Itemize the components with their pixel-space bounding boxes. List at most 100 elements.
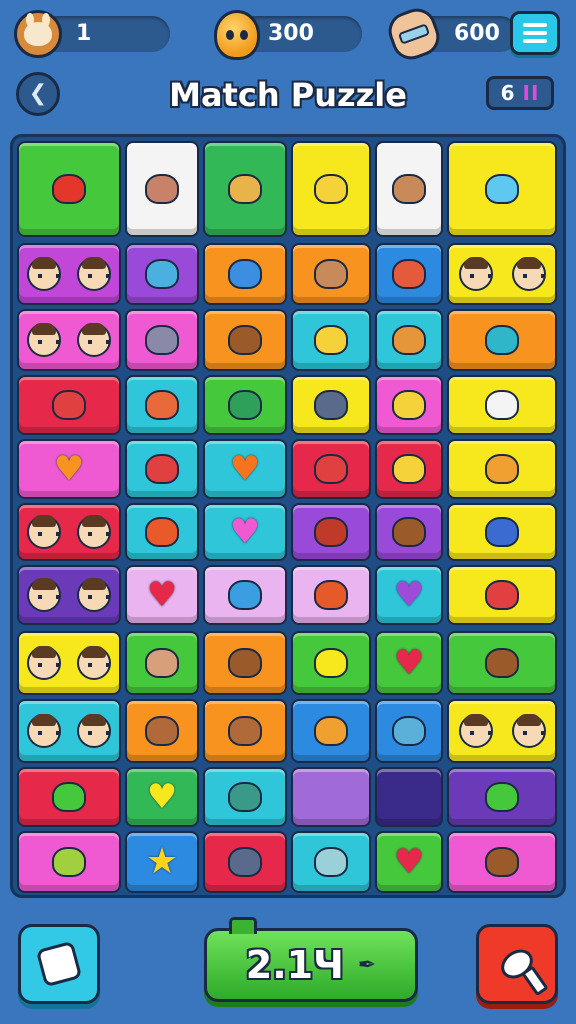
tile-bucket-and-boy[interactable] — [447, 243, 557, 305]
tile-crossed-bandage[interactable] — [125, 243, 199, 305]
hammer-icon — [495, 943, 539, 985]
tile-gear-flower[interactable] — [125, 503, 199, 561]
tile-fox-face[interactable] — [291, 565, 371, 625]
tile-rat[interactable] — [203, 831, 287, 893]
tile-dog-face[interactable] — [291, 439, 371, 499]
bread-loaf-icon — [228, 174, 262, 204]
tile-cup-and-monster[interactable] — [17, 831, 121, 893]
timer-button[interactable]: 2.1Ч ✒ — [204, 917, 418, 1002]
tile-cat-face[interactable] — [291, 699, 371, 763]
open-box-icon — [228, 782, 262, 812]
tile-balloon-and-wrench[interactable] — [17, 375, 121, 435]
tile-boot[interactable] — [291, 503, 371, 561]
llama-icon — [314, 847, 348, 877]
tile-pot-and-chest[interactable] — [447, 831, 557, 893]
tile-crossed-tools-and-crab[interactable] — [447, 565, 557, 625]
gems-value: 600 — [454, 21, 500, 46]
tile-blue-fish[interactable] — [203, 243, 287, 305]
tile-heart[interactable]: ♥ — [203, 503, 287, 561]
red-box-icon — [52, 174, 86, 204]
tile-chef-and-girl[interactable] — [17, 309, 121, 371]
tile-bread-loaf[interactable] — [203, 141, 287, 237]
top-hud: 1 300 600 — [0, 0, 576, 70]
character-face-icon — [511, 257, 546, 291]
tile-bone-cross[interactable] — [203, 375, 287, 435]
tile-chocolate-bar[interactable] — [375, 503, 443, 561]
tile-bear-face[interactable] — [203, 699, 287, 763]
tile-heart[interactable]: ♥ — [125, 767, 199, 827]
tile-books-and-girl[interactable] — [447, 699, 557, 763]
tile-red-box[interactable] — [17, 141, 121, 237]
tile-heart[interactable]: ♥ — [203, 439, 287, 499]
tile-elf-and-girl[interactable] — [17, 565, 121, 625]
heart-icon: ♥ — [229, 449, 261, 489]
treasure-chest-icon — [228, 648, 262, 678]
tile-heart[interactable]: ♥ — [375, 565, 443, 625]
tile-ball[interactable] — [125, 439, 199, 499]
balloon-coin-icon — [214, 10, 260, 60]
rat-icon — [228, 847, 262, 877]
tile-cookie-and-ghost[interactable] — [447, 375, 557, 435]
tile-cat-face[interactable] — [125, 309, 199, 371]
tile-bucket[interactable] — [203, 565, 287, 625]
level-number: 6 — [500, 81, 515, 105]
tile-heart[interactable]: ♥ — [125, 565, 199, 625]
tile-popsicle[interactable] — [125, 375, 199, 435]
tile-butter[interactable] — [375, 439, 443, 499]
tile-star[interactable]: ★ — [125, 831, 199, 893]
tile-boy-and-girl[interactable] — [17, 699, 121, 763]
hand-and-heart-icon — [485, 782, 519, 812]
cheese-wedge-icon — [314, 174, 348, 204]
tile-cook-and-girl[interactable] — [17, 503, 121, 561]
popsicle-icon — [145, 390, 179, 420]
tile-bear-face[interactable] — [291, 243, 371, 305]
cat-face-icon — [145, 325, 179, 355]
tile-hippo[interactable] — [125, 631, 199, 695]
cat-face-icon — [314, 716, 348, 746]
heart-icon: ♥ — [146, 777, 178, 817]
orange-fruit-icon — [485, 454, 519, 484]
tile-treasure-chest[interactable] — [203, 631, 287, 695]
dog-face-icon — [314, 454, 348, 484]
tile-diamond[interactable] — [375, 375, 443, 435]
tile-bird-and-elephant[interactable] — [447, 503, 557, 561]
level-pause-button[interactable]: 6 II — [486, 76, 554, 110]
tile-heart[interactable]: ♥ — [375, 831, 443, 893]
tile-monkey-toy[interactable] — [375, 243, 443, 305]
tile-open-box[interactable] — [203, 767, 287, 827]
tile-cheese-wedge[interactable] — [291, 141, 371, 237]
tile-orange-fruit[interactable] — [447, 439, 557, 499]
fox-face-icon — [314, 580, 348, 610]
bunny-avatar-icon[interactable] — [14, 10, 62, 58]
tile-balloon-and-girl[interactable] — [17, 243, 121, 305]
tile-cloud[interactable] — [447, 141, 557, 237]
pause-icon: II — [522, 81, 540, 105]
heart-icon: ♥ — [229, 512, 261, 552]
tile-onion[interactable] — [375, 309, 443, 371]
hammer-button[interactable] — [476, 924, 558, 1004]
onion-icon — [392, 325, 426, 355]
tile-tree-and-microphone[interactable] — [17, 767, 121, 827]
tile-heart[interactable]: ♥ — [17, 439, 121, 499]
tile-llama[interactable] — [291, 831, 371, 893]
tile-jar[interactable] — [291, 309, 371, 371]
tile-bear-face[interactable] — [125, 141, 199, 237]
menu-button[interactable] — [510, 11, 560, 55]
tile-lemon[interactable] — [291, 631, 371, 695]
hint-button[interactable] — [18, 924, 100, 1004]
tile-lion-face[interactable] — [375, 141, 443, 237]
tile-heart[interactable]: ♥ — [375, 631, 443, 695]
tile-shark[interactable] — [375, 699, 443, 763]
tile-dog-silhouette[interactable] — [291, 375, 371, 435]
tile-hand-and-heart[interactable] — [447, 767, 557, 827]
tile-balloon-and-cup[interactable] — [447, 309, 557, 371]
cloud-icon — [485, 174, 519, 204]
tile-boar[interactable] — [203, 309, 287, 371]
bucket-and-boy-icon — [458, 257, 493, 291]
chef-and-girl-icon — [27, 323, 61, 357]
tile-bear-face[interactable] — [125, 699, 199, 763]
character-face-icon — [77, 257, 111, 291]
shark-icon — [392, 716, 426, 746]
tile-monster-and-girl[interactable] — [17, 631, 121, 695]
tile-squirrel-and-house[interactable] — [447, 631, 557, 695]
